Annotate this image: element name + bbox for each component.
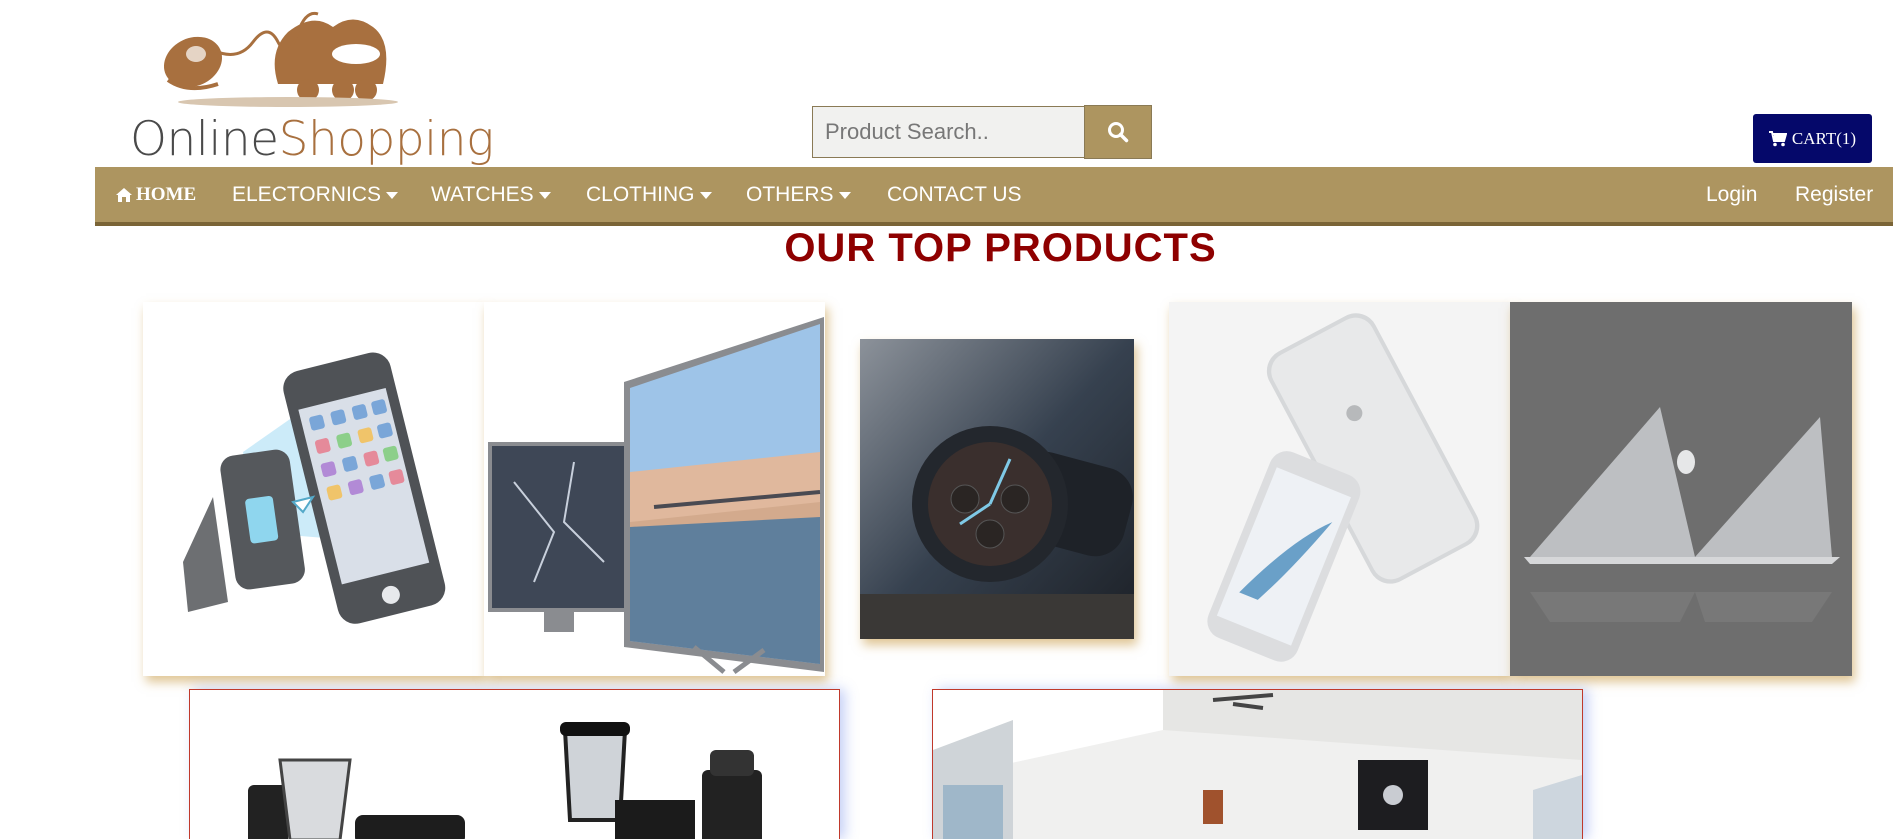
- home-icon: [116, 187, 132, 202]
- nav-watches[interactable]: WATCHES: [431, 167, 551, 222]
- nav-register[interactable]: Register: [1795, 167, 1873, 222]
- search-button[interactable]: [1084, 105, 1152, 159]
- television-picture: [484, 302, 825, 676]
- section-title: OUR TOP PRODUCTS: [0, 226, 1893, 271]
- iphone-picture: [1169, 302, 1510, 676]
- promo-banner-interior-room[interactable]: [932, 689, 1583, 839]
- caret-down-icon: [838, 192, 851, 199]
- nav-contact-us-label: CONTACT US: [887, 182, 1022, 206]
- nav-register-label: Register: [1795, 182, 1874, 206]
- nav-clothing-label: CLOTHING: [586, 182, 695, 206]
- search-icon: [1108, 122, 1129, 143]
- nav-others[interactable]: OTHERS: [746, 167, 851, 222]
- caret-down-icon: [699, 192, 712, 199]
- phone-mount-picture: [143, 302, 484, 676]
- search-input[interactable]: [812, 106, 1084, 158]
- nav-others-label: OTHERS: [746, 182, 834, 206]
- nav-home-label: HOME: [136, 183, 197, 205]
- shopping-cart-icon: [1768, 130, 1787, 146]
- macbook-picture: [1510, 302, 1852, 676]
- nav-watches-label: WATCHES: [431, 182, 534, 206]
- product-image-television[interactable]: [484, 302, 825, 676]
- nav-electronics-label: ELECTORNICS: [232, 182, 381, 206]
- logo-word-shopping: Shopping: [278, 112, 495, 167]
- search-form: [812, 105, 1152, 160]
- nav-login-label: Login: [1706, 182, 1758, 206]
- shopping-cart-logo-icon: [163, 11, 398, 107]
- section-title-text: OUR TOP PRODUCTS: [784, 226, 1217, 270]
- wristwatch-picture: [860, 339, 1134, 639]
- site-logo[interactable]: OnlineShopping: [128, 2, 494, 168]
- caret-down-icon: [385, 192, 398, 199]
- nav-contact-us[interactable]: CONTACT US: [887, 167, 1022, 222]
- cart-button[interactable]: CART(1): [1753, 114, 1872, 163]
- logo-word-online: Online: [130, 112, 279, 167]
- promo-banner-kitchen-appliances[interactable]: [189, 689, 840, 839]
- product-image-wristwatch[interactable]: [860, 339, 1134, 639]
- product-image-macbook[interactable]: [1510, 302, 1852, 676]
- cart-label: CART(1): [1791, 128, 1857, 148]
- kitchen-appliances-picture: [190, 690, 839, 839]
- nav-clothing[interactable]: CLOTHING: [586, 167, 712, 222]
- logo-text: OnlineShopping: [130, 114, 494, 166]
- nav-home[interactable]: HOME: [115, 167, 196, 222]
- nav-electronics[interactable]: ELECTORNICS: [232, 167, 398, 222]
- product-image-iphone[interactable]: [1169, 302, 1510, 676]
- caret-down-icon: [538, 192, 551, 199]
- nav-login[interactable]: Login: [1706, 167, 1757, 222]
- product-image-phone-mount[interactable]: [143, 302, 484, 676]
- interior-room-picture: [933, 690, 1582, 839]
- main-navbar: HOME ELECTORNICS WATCHES CLOTHING OTHERS…: [95, 167, 1893, 226]
